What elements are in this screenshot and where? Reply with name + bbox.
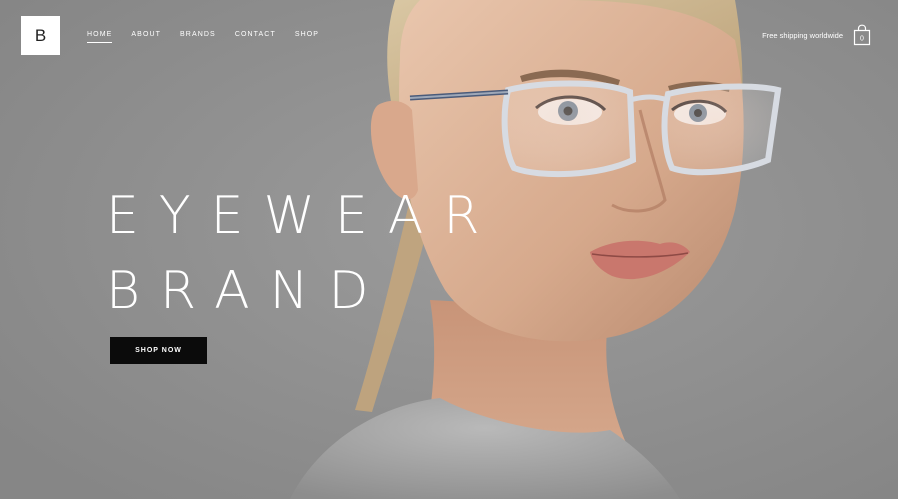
nav-item-contact[interactable]: CONTACT [235, 31, 276, 42]
shop-now-button[interactable]: SHOP NOW [110, 337, 207, 364]
landing-page: B HOME ABOUT BRANDS CONTACT SHOP Free sh… [0, 0, 898, 499]
main-nav: HOME ABOUT BRANDS CONTACT SHOP [87, 31, 338, 43]
shopping-bag-icon: 0 [853, 24, 871, 46]
shipping-notice: Free shipping worldwide [762, 31, 843, 40]
nav-item-about[interactable]: ABOUT [131, 31, 161, 42]
logo-letter: B [34, 25, 47, 45]
brand-logo[interactable]: B [21, 16, 60, 55]
nav-item-brands[interactable]: BRANDS [180, 31, 216, 42]
hero-photo [0, 0, 898, 499]
hero-headline-line2: BRAND [106, 261, 389, 321]
cart-button[interactable]: 0 [852, 24, 872, 46]
nav-item-home[interactable]: HOME [87, 31, 113, 43]
hero-headline-line1: EYEWEAR [106, 186, 500, 246]
nav-item-shop[interactable]: SHOP [295, 31, 319, 42]
cart-count: 0 [860, 36, 864, 43]
